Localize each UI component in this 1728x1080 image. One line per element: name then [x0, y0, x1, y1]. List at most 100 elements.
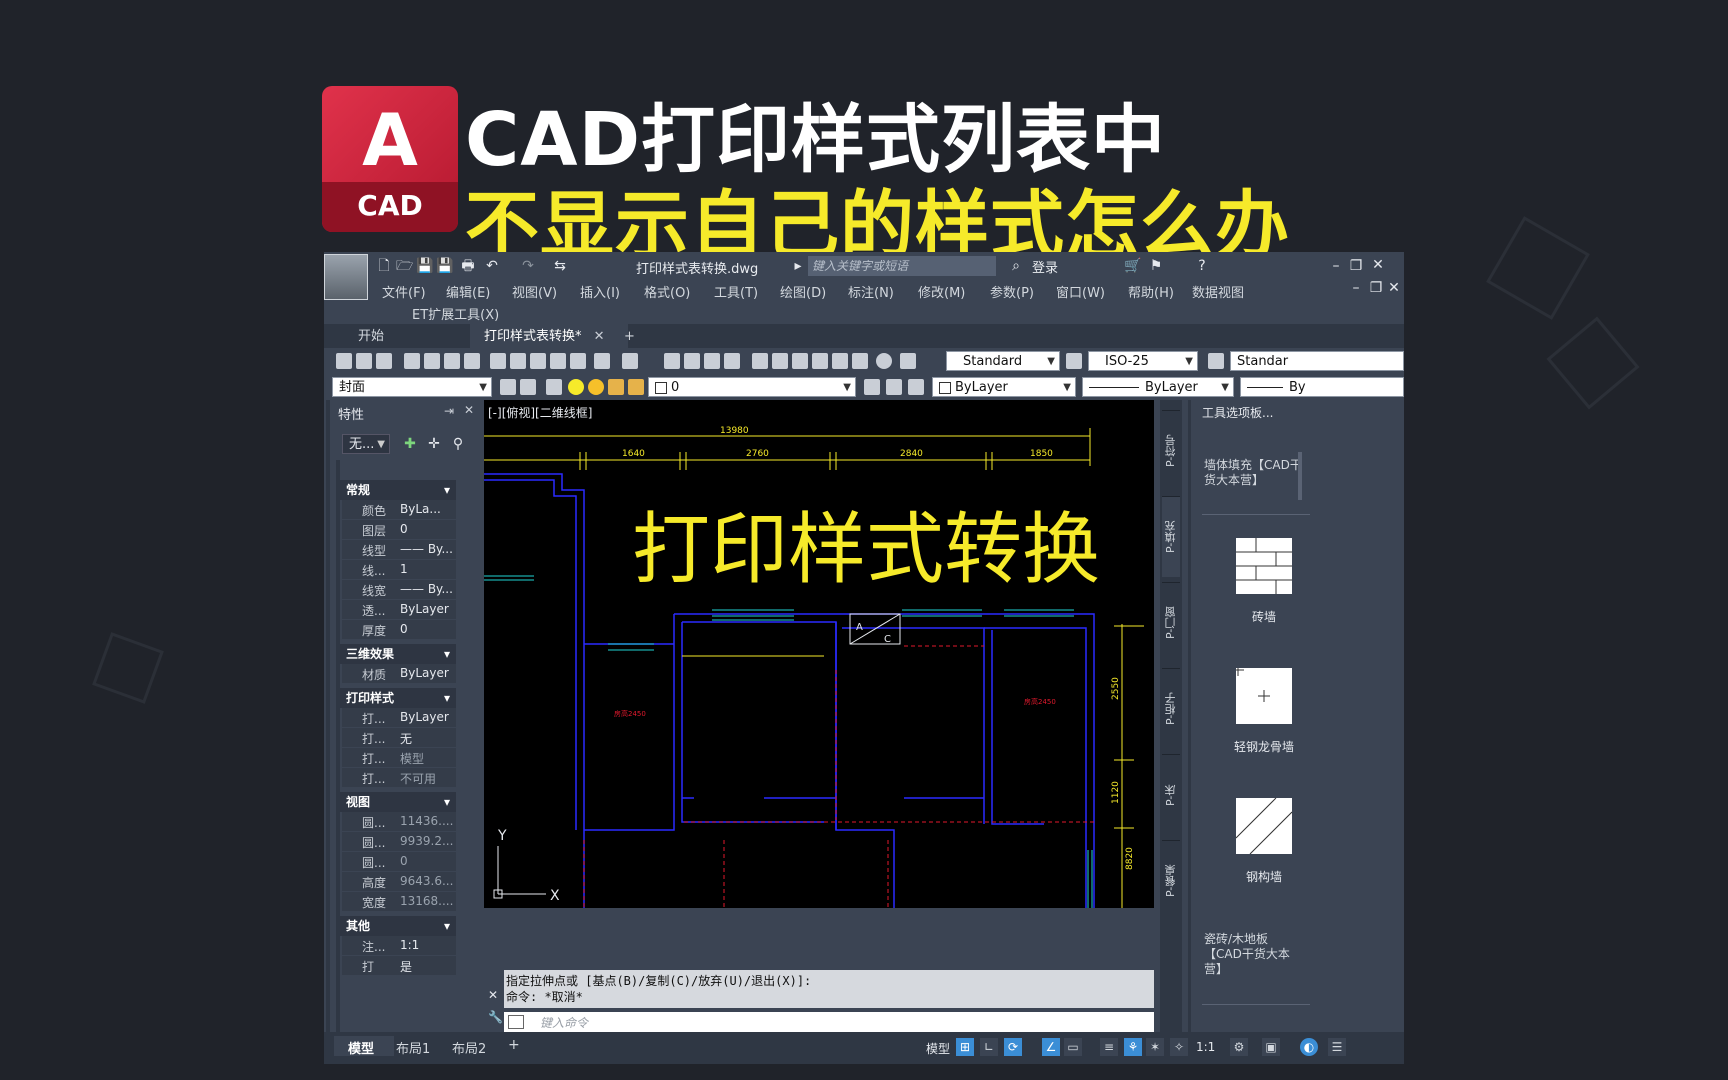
table-style-select[interactable]: Standar [1230, 351, 1404, 371]
sheet-set-icon[interactable] [812, 353, 828, 369]
new-icon[interactable] [336, 353, 352, 369]
undo-icon[interactable]: ↶ [484, 258, 500, 274]
menu-tools[interactable]: 工具(T) [714, 282, 758, 301]
avatar[interactable] [324, 254, 368, 300]
3d-print-icon[interactable] [464, 353, 480, 369]
new-file-icon[interactable]: 🗋 [376, 258, 392, 274]
zoom-window-icon[interactable] [704, 353, 720, 369]
lock-icon[interactable] [628, 379, 644, 395]
login-button[interactable]: 登录 [1032, 257, 1058, 276]
layer-isolate-icon[interactable] [908, 379, 924, 395]
menu-insert[interactable]: 插入(I) [580, 282, 620, 301]
text-style-icon[interactable] [900, 353, 916, 369]
menu-icon[interactable]: ☰ [1328, 1038, 1346, 1056]
doc-minimize-icon[interactable]: – [1348, 280, 1364, 296]
viewport-label[interactable]: [-][俯视][二维线框] [488, 404, 592, 421]
sun-icon[interactable] [588, 379, 604, 395]
brick-wall-tool[interactable] [1236, 538, 1292, 594]
copy-icon[interactable] [510, 353, 526, 369]
menu-format[interactable]: 格式(O) [644, 282, 690, 301]
annotation-scale-icon[interactable]: ✧ [1170, 1038, 1188, 1056]
palette-tab[interactable]: P-餐桌 [1162, 840, 1180, 921]
palette-grip[interactable] [1188, 400, 1191, 1032]
menu-parametric[interactable]: 参数(P) [990, 282, 1034, 301]
palette-tab[interactable]: P-柜子 [1162, 668, 1180, 749]
zoom-realtime-icon[interactable] [684, 353, 700, 369]
menu-et-tools[interactable]: ET扩展工具(X) [412, 304, 499, 323]
share-icon[interactable]: ⇆ [552, 258, 568, 274]
select-objects-icon[interactable]: ✛ [426, 436, 442, 452]
cut-icon[interactable] [490, 353, 506, 369]
text-style-select[interactable]: Standard ▼ [946, 351, 1060, 371]
wrench-icon[interactable]: 🔧 [488, 1010, 503, 1024]
match-layer-icon[interactable] [886, 379, 902, 395]
lineweight-select[interactable]: By [1240, 377, 1404, 397]
lineweight-icon[interactable]: ≡ [1100, 1038, 1118, 1056]
linetype-select[interactable]: ByLayer ▼ [1082, 377, 1234, 397]
save-as-icon[interactable]: 💾 [436, 258, 453, 274]
command-input[interactable]: 键入命令 [504, 1012, 1154, 1032]
palette-tab[interactable]: P-床 [1162, 754, 1180, 835]
workspace-icon[interactable]: ▣ [1262, 1038, 1280, 1056]
paste-icon[interactable] [530, 353, 546, 369]
print-icon[interactable]: 🖶 [460, 258, 476, 274]
section-plot-style[interactable]: 打印样式 ▾ [340, 688, 456, 708]
ortho-icon[interactable]: ∟ [980, 1038, 998, 1056]
menu-view[interactable]: 视图(V) [512, 282, 557, 301]
layer-state-select[interactable]: 封面 ▼ [332, 377, 492, 397]
auto-scale-icon[interactable]: ✶ [1146, 1038, 1164, 1056]
section-3d-effects[interactable]: 三维效果 ▾ [340, 644, 456, 664]
restore-icon[interactable]: ❐ [1348, 258, 1364, 274]
tab-layout1[interactable]: 布局1 [396, 1038, 430, 1057]
save-icon[interactable] [376, 353, 392, 369]
close-icon[interactable]: ✕ [464, 403, 474, 417]
zoom-previous-icon[interactable] [724, 353, 740, 369]
make-current-icon[interactable] [864, 379, 880, 395]
tab-add-button[interactable]: + [624, 324, 635, 350]
menu-dimension[interactable]: 标注(N) [848, 282, 894, 301]
tab-document[interactable]: 打印样式表转换* ✕ [470, 324, 628, 350]
layer-manager-icon[interactable] [500, 379, 516, 395]
match-properties-icon[interactable] [550, 353, 566, 369]
panel-grip[interactable] [326, 400, 330, 1032]
drawing-canvas[interactable]: 13980 1640 2760 2840 1850 2550 1120 8820… [484, 400, 1154, 908]
chevron-right-icon[interactable]: ▸ [790, 258, 806, 274]
menu-file[interactable]: 文件(F) [382, 282, 426, 301]
doc-close-icon[interactable]: ✕ [1386, 280, 1402, 296]
menu-draw[interactable]: 绘图(D) [780, 282, 826, 301]
section-view[interactable]: 视图 ▾ [340, 792, 456, 812]
grid-icon[interactable]: ⊞ [956, 1038, 974, 1056]
osnap-icon[interactable]: ∠ [1042, 1038, 1060, 1056]
isolate-icon[interactable]: ◐ [1300, 1038, 1318, 1056]
properties-icon[interactable] [752, 353, 768, 369]
scrollbar[interactable] [1298, 452, 1302, 500]
scrollbar[interactable] [336, 460, 340, 1032]
layer-states-icon[interactable] [520, 379, 536, 395]
palette-tab[interactable]: P-符号 [1162, 410, 1180, 491]
dim-style-select[interactable]: ISO-25 ▼ [1088, 351, 1198, 371]
section-general[interactable]: 常规 ▾ [340, 480, 456, 500]
steel-wall-tool[interactable] [1235, 797, 1293, 855]
scale-value[interactable]: 1:1 [1196, 1040, 1215, 1054]
plot-preview-icon[interactable] [424, 353, 440, 369]
publish-icon[interactable] [444, 353, 460, 369]
block-editor-icon[interactable] [570, 353, 586, 369]
binoculars-icon[interactable]: ⌕ [1008, 258, 1024, 274]
close-icon[interactable]: ✕ [1370, 257, 1386, 273]
menu-modify[interactable]: 修改(M) [918, 282, 965, 301]
undo-icon[interactable] [594, 353, 610, 369]
calculator-icon[interactable] [852, 353, 868, 369]
add-layout-button[interactable]: + [508, 1037, 520, 1053]
palette-tab[interactable]: P-填充 [1162, 496, 1180, 577]
section-misc[interactable]: 其他 ▾ [340, 916, 456, 936]
tab-start[interactable]: 开始 [358, 324, 384, 350]
save-icon[interactable]: 💾 [416, 258, 433, 274]
palette-tab[interactable]: P-门窗 [1162, 582, 1180, 663]
markup-icon[interactable] [832, 353, 848, 369]
pan-icon[interactable] [664, 353, 680, 369]
connect-icon[interactable]: ⚑ [1148, 258, 1164, 274]
otrack-icon[interactable]: ▭ [1064, 1038, 1082, 1056]
design-center-icon[interactable] [772, 353, 788, 369]
redo-icon[interactable]: ↷ [520, 258, 536, 274]
redo-icon[interactable] [622, 353, 638, 369]
